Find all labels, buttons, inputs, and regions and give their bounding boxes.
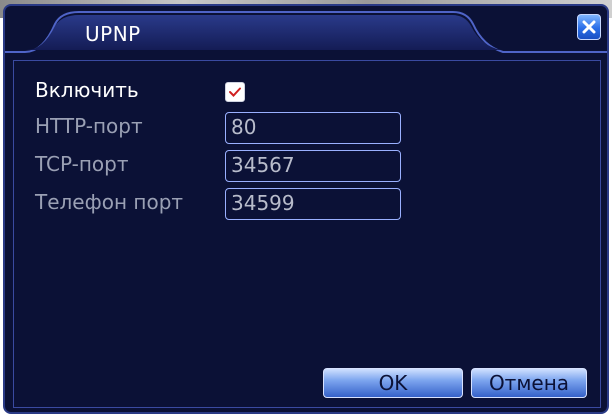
phone-port-field[interactable]: 34599 bbox=[225, 188, 401, 220]
enable-checkbox[interactable] bbox=[225, 82, 245, 102]
cancel-button[interactable]: Отмена bbox=[471, 368, 587, 398]
check-icon bbox=[229, 87, 241, 97]
close-button[interactable] bbox=[577, 14, 601, 40]
phone-port-label: Телефон порт bbox=[35, 190, 184, 214]
ok-button[interactable]: OK bbox=[323, 368, 463, 398]
http-port-field[interactable]: 80 bbox=[225, 112, 401, 144]
upnp-dialog: UPNP Включить HTTP-порт 80 TCP-порт 3456… bbox=[3, 4, 609, 414]
http-port-label: HTTP-порт bbox=[35, 114, 143, 138]
dialog-title: UPNP bbox=[85, 22, 141, 46]
enable-label: Включить bbox=[35, 78, 139, 102]
tcp-port-field[interactable]: 34567 bbox=[225, 150, 401, 182]
close-icon bbox=[582, 20, 596, 34]
tcp-port-label: TCP-порт bbox=[35, 152, 129, 176]
